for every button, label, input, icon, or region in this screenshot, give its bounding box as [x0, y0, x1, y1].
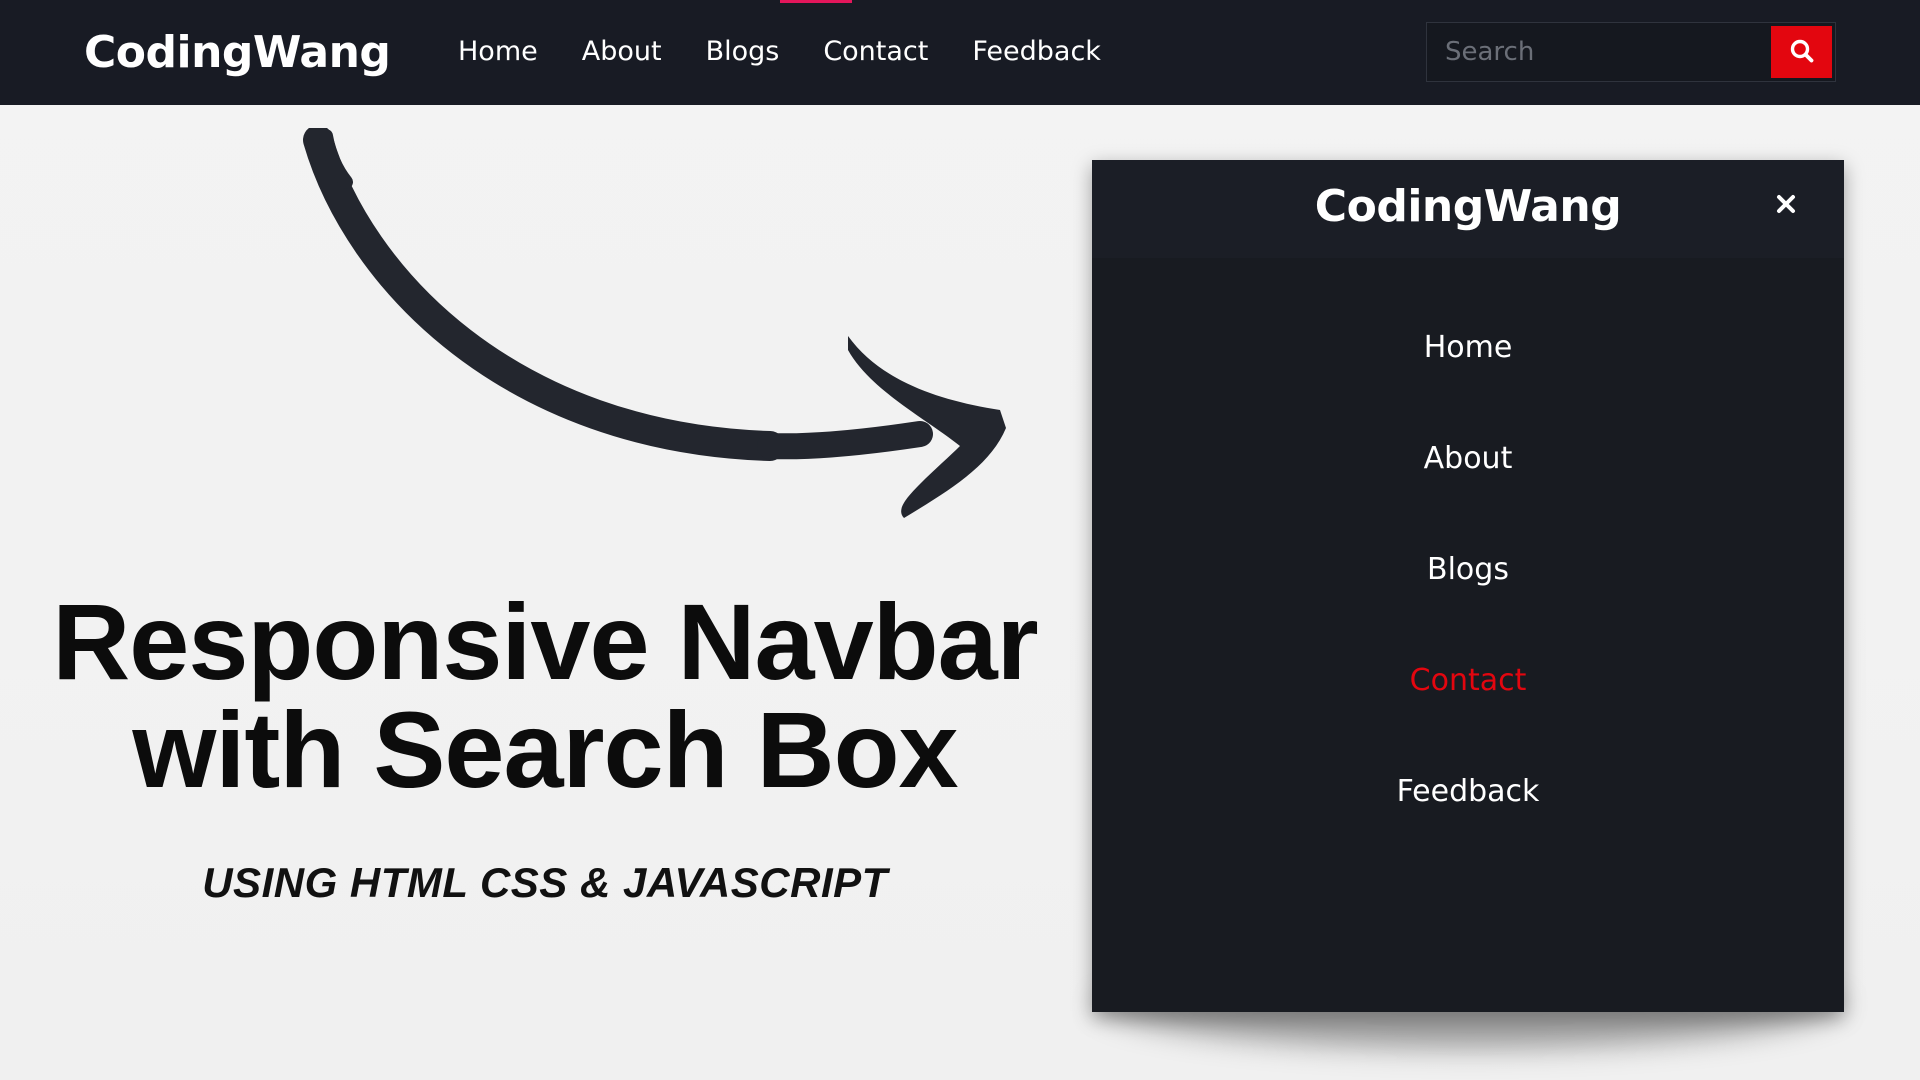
mobile-link-about[interactable]: About — [1424, 439, 1513, 479]
curved-arrow-icon — [303, 128, 1006, 518]
subtitle: USING HTML CSS & JAVASCRIPT — [202, 859, 888, 906]
mobile-menu-item: Contact — [1092, 661, 1844, 772]
thumbnail-stage: CodingWang Home About Blogs Contact Feed… — [0, 0, 1920, 1080]
headline-line-2: with Search Box — [132, 689, 958, 810]
mobile-link-contact[interactable]: Contact — [1410, 661, 1527, 701]
search-icon — [1789, 38, 1815, 67]
nav-link-contact[interactable]: Contact — [823, 34, 928, 70]
search-button[interactable] — [1771, 26, 1832, 78]
mobile-menu-list: Home About Blogs Contact Feedback — [1092, 328, 1844, 883]
mobile-menu-header: CodingWang — [1092, 160, 1844, 258]
search-box — [1426, 22, 1836, 82]
close-button[interactable] — [1768, 188, 1804, 224]
nav-link-blogs[interactable]: Blogs — [706, 34, 780, 70]
search-input[interactable] — [1427, 23, 1771, 81]
mobile-brand-logo[interactable]: CodingWang — [1092, 180, 1844, 234]
mobile-menu-item: About — [1092, 439, 1844, 550]
top-navbar: CodingWang Home About Blogs Contact Feed… — [0, 0, 1920, 105]
close-icon — [1774, 192, 1798, 220]
mobile-menu-panel: CodingWang Home About Blogs Contact Feed… — [1092, 160, 1844, 1012]
nav-link-feedback[interactable]: Feedback — [972, 34, 1101, 70]
headline-line-1: Responsive Navbar — [52, 581, 1038, 702]
brand-logo[interactable]: CodingWang — [84, 26, 391, 80]
mobile-link-home[interactable]: Home — [1424, 328, 1513, 368]
nav-link-home[interactable]: Home — [458, 34, 538, 70]
mobile-menu-item: Home — [1092, 328, 1844, 439]
nav-accent-bar — [780, 0, 852, 3]
nav-links: Home About Blogs Contact Feedback — [458, 34, 1101, 70]
headline: Responsive Navbar with Search Box — [40, 588, 1050, 804]
mobile-link-feedback[interactable]: Feedback — [1397, 772, 1540, 812]
mobile-menu-item: Feedback — [1092, 772, 1844, 883]
nav-link-about[interactable]: About — [582, 34, 662, 70]
mobile-link-blogs[interactable]: Blogs — [1427, 550, 1509, 590]
mobile-menu-item: Blogs — [1092, 550, 1844, 661]
